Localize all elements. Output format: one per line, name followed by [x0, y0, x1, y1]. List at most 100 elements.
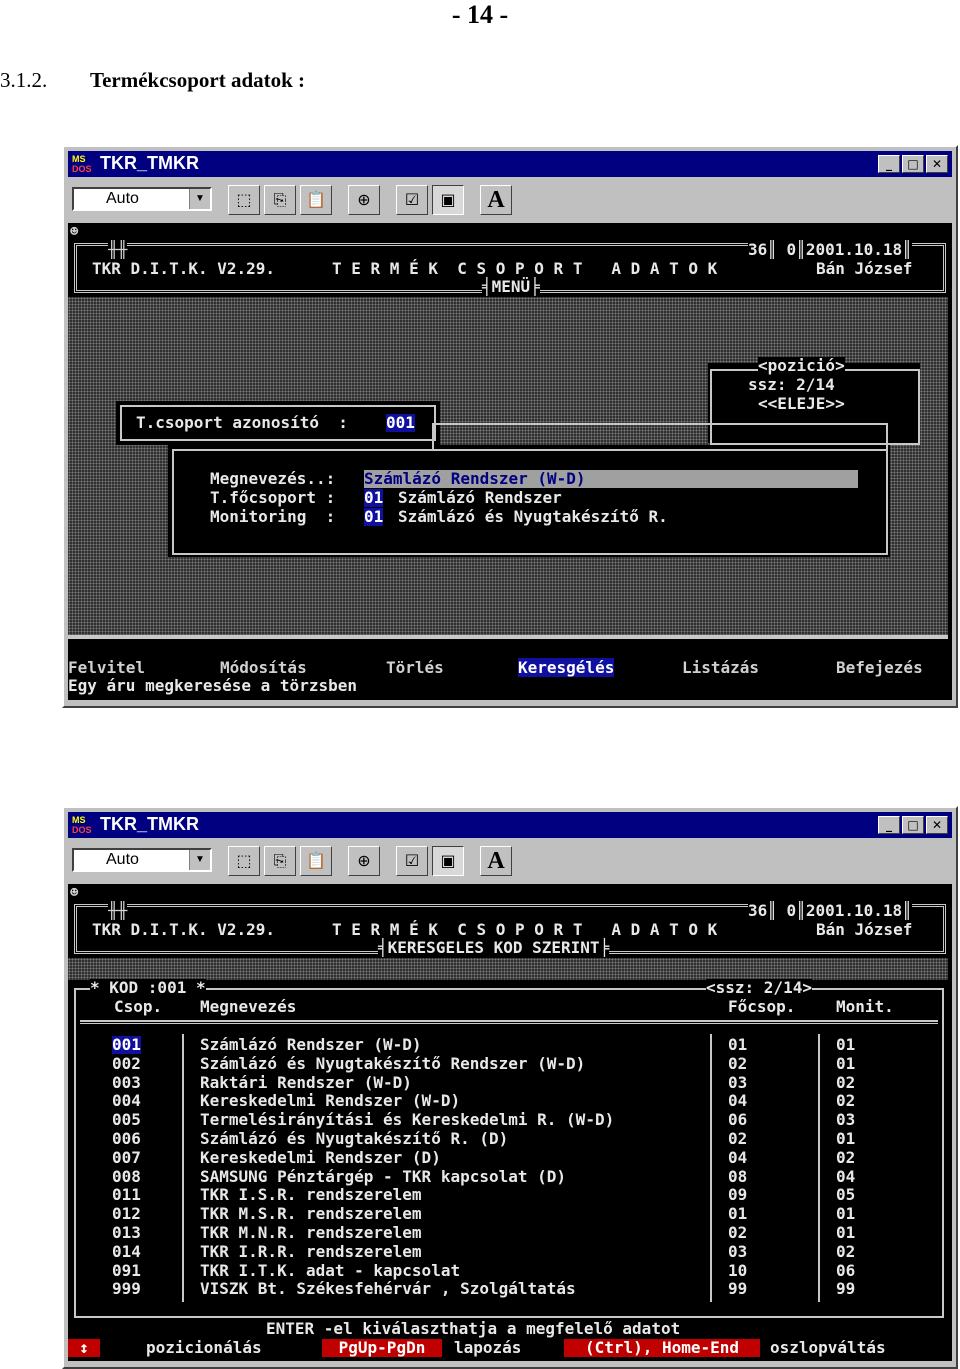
cell-focsop: 09 [728, 1185, 748, 1205]
cell-monit: 01 [836, 1129, 856, 1148]
window-title: TKR_TMKR [100, 153, 199, 173]
desktop-pattern [68, 958, 948, 980]
cell-monit: 02 [836, 1072, 856, 1092]
menu-modositas[interactable]: Módosítás [220, 658, 307, 677]
cell-csop: 012 [112, 1204, 141, 1224]
minimize-button[interactable]: _ [878, 816, 900, 834]
menu-keresgeles[interactable]: Keresgélés [518, 658, 615, 677]
paste-icon[interactable]: 📋 [300, 185, 332, 215]
close-button[interactable]: ✕ [926, 155, 948, 173]
copy-icon[interactable]: ⎘ [264, 185, 296, 215]
header-title: T E R M É K C S O P O R T A D A T O K [332, 259, 718, 278]
msdos-icon[interactable]: MS DOS [72, 815, 96, 835]
cell-focsop: 04 [728, 1091, 748, 1111]
table-row[interactable]: 011 TKR I.S.R. rendszerelem 09 05 [68, 1186, 948, 1204]
mark-icon[interactable]: ⬚ [228, 846, 260, 876]
paste-icon[interactable]: 📋 [300, 846, 332, 876]
table-row[interactable]: 002 Számlázó és Nyugtakészítő Rendszer (W… [68, 1053, 948, 1073]
background-icon[interactable]: ▣ [432, 846, 464, 876]
field-megnevezes-label: Megnevezés..: [210, 469, 336, 488]
table-row[interactable]: 003 Raktári Rendszer (W-D) 03 02 [68, 1072, 948, 1092]
id-label: T.csoport azonosító : [136, 413, 348, 432]
header-title: T E R M É K C S O P O R T A D A T O K [332, 920, 718, 939]
chevron-down-icon[interactable]: ▼ [189, 189, 210, 209]
status-ctrl-home-end: (Ctrl), Home-End [564, 1339, 760, 1357]
table-row[interactable]: 008 SAMSUNG Pénztárgép - TKR kapcsolat (D… [68, 1166, 948, 1186]
title-bar[interactable]: MS DOS TKR_TMKR _ □ ✕ [68, 151, 952, 177]
field-megnevezes-input[interactable]: Számlázó Rendszer (W-D) [364, 470, 858, 488]
cell-focsop: 10 [728, 1260, 748, 1280]
menu-torles[interactable]: Törlés [386, 658, 444, 677]
cell-megnevezes: Termelésirányítási és Kereskedelmi R. (W… [200, 1110, 615, 1130]
cell-csop: 001 [112, 1035, 141, 1054]
font-size-select[interactable]: Auto ▼ [72, 848, 212, 872]
status-text: Egy áru megkeresése a törzsben [68, 676, 357, 695]
table-row[interactable]: 001 Számlázó Rendszer (W-D) 01 01 [68, 1036, 948, 1054]
dos-window-menu: MS DOS TKR_TMKR _ □ ✕ Auto ▼ ⬚ ⎘ 📋 ⊕ ☑ ▣ A… [62, 145, 958, 708]
minimize-button[interactable]: _ [878, 155, 900, 173]
console-screen[interactable]: ☻ TKR D.I.T.K. V2.29. T E R M É K C S O … [68, 223, 952, 700]
menu-listazas[interactable]: Listázás [682, 658, 759, 677]
cell-focsop: 06 [728, 1110, 748, 1130]
section-heading: 3.1.2. Termékcsoport adatok : [0, 68, 305, 93]
col-megnevezes: Megnevezés [200, 997, 297, 1016]
table-row[interactable]: 012 TKR M.S.R. rendszerelem 01 01 [68, 1205, 948, 1223]
toolbar: Auto ▼ ⬚ ⎘ 📋 ⊕ ☑ ▣ A [68, 179, 952, 219]
cell-csop: 006 [112, 1129, 141, 1148]
cell-focsop: 99 [728, 1279, 748, 1299]
copy-icon[interactable]: ⎘ [264, 846, 296, 876]
position-eleje: <<ELEJE>> [758, 394, 845, 413]
fullscreen-icon[interactable]: ⊕ [348, 846, 380, 876]
console-screen[interactable]: ☻ TKR D.I.T.K. V2.29. T E R M É K C S O … [68, 884, 952, 1361]
table-row[interactable]: 013 TKR M.N.R. rendszerelem 02 01 [68, 1224, 948, 1242]
cell-monit: 06 [836, 1260, 856, 1280]
field-focsoport-code[interactable]: 01 [364, 489, 384, 507]
dos-window-search: MS DOS TKR_TMKR _ □ ✕ Auto ▼ ⬚ ⎘ 📋 ⊕ ☑ ▣ A… [62, 806, 958, 1369]
cell-megnevezes: TKR I.S.R. rendszerelem [200, 1185, 422, 1205]
close-button[interactable]: ✕ [926, 816, 948, 834]
fullscreen-icon[interactable]: ⊕ [348, 185, 380, 215]
cell-monit: 04 [836, 1166, 856, 1186]
cell-focsop: 01 [728, 1035, 748, 1054]
table-row[interactable]: 005 Termelésirányítási és Kereskedelmi R.… [68, 1111, 948, 1129]
menu-felvitel[interactable]: Felvitel [68, 658, 145, 677]
background-icon[interactable]: ▣ [432, 185, 464, 215]
font-icon[interactable]: A [480, 185, 512, 215]
font-size-select[interactable]: Auto ▼ [72, 187, 212, 211]
chevron-down-icon[interactable]: ▼ [189, 850, 210, 870]
cell-monit: 01 [836, 1204, 856, 1224]
table-row[interactable]: 014 TKR I.R.R. rendszerelem 03 02 [68, 1241, 948, 1261]
cell-csop: 003 [112, 1072, 141, 1092]
mark-icon[interactable]: ⬚ [228, 185, 260, 215]
maximize-button[interactable]: □ [902, 816, 924, 834]
msdos-icon[interactable]: MS DOS [72, 154, 96, 174]
cell-csop: 013 [112, 1223, 141, 1242]
cell-monit: 05 [836, 1185, 856, 1205]
font-icon[interactable]: A [480, 846, 512, 876]
field-focsoport-value: Számlázó Rendszer [398, 488, 562, 507]
table-row[interactable]: 091 TKR I.T.K. adat - kapcsolat 10 06 [68, 1260, 948, 1280]
cell-focsop: 02 [728, 1053, 748, 1073]
id-input[interactable]: 001 [386, 414, 415, 432]
cell-focsop: 02 [728, 1223, 748, 1242]
col-monit: Monit. [836, 997, 894, 1016]
maximize-button[interactable]: □ [902, 155, 924, 173]
table-row[interactable]: 999 VISZK Bt. Székesfehérvár , Szolgáltat… [68, 1280, 948, 1298]
table-row[interactable]: 004 Kereskedelmi Rendszer (W-D) 04 02 [68, 1092, 948, 1110]
properties-icon[interactable]: ☑ [396, 185, 428, 215]
cell-monit: 02 [836, 1091, 856, 1111]
header-num: 36║ 0║2001.10.18║ [748, 901, 912, 920]
header-user: Bán József [816, 920, 913, 939]
field-monitoring-code[interactable]: 01 [364, 508, 384, 526]
section-title: Termékcsoport adatok : [90, 68, 306, 92]
table-row[interactable]: 007 Kereskedelmi Rendszer (D) 04 02 [68, 1147, 948, 1167]
field-monitoring-label: Monitoring : [210, 507, 336, 526]
table-row[interactable]: 006 Számlázó és Nyugtakészítő R. (D) 02 01 [68, 1130, 948, 1148]
menu-befejezes[interactable]: Befejezés [836, 658, 923, 677]
section-number: 3.1.2. [0, 68, 48, 92]
cell-megnevezes: TKR I.R.R. rendszerelem [200, 1241, 422, 1261]
status-oszlopvaltas: oszlopváltás [770, 1338, 886, 1357]
properties-icon[interactable]: ☑ [396, 846, 428, 876]
title-bar[interactable]: MS DOS TKR_TMKR _ □ ✕ [68, 812, 952, 838]
cell-megnevezes: Kereskedelmi Rendszer (D) [200, 1147, 441, 1167]
